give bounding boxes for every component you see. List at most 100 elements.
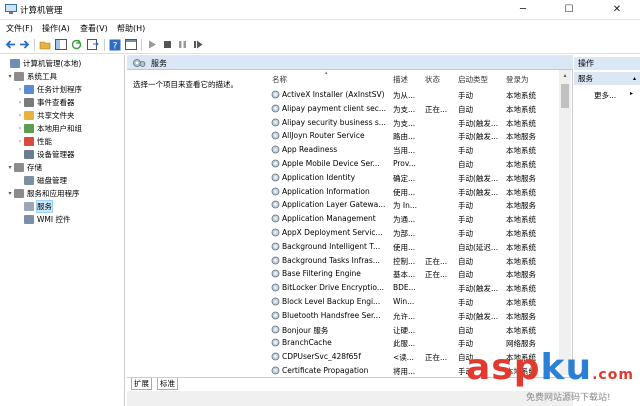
column-header-log-on-as[interactable]: 登录为 <box>506 74 529 88</box>
help-icon[interactable]: ? <box>108 38 121 51</box>
submenu-arrow-icon: ▸ <box>630 90 634 97</box>
table-row[interactable]: App Readiness 当用... 手动 本地系统 <box>269 143 573 157</box>
expand-icon[interactable]: › <box>16 86 24 93</box>
table-row[interactable]: Alipay payment client sec... 为支... 正在... 自动… <box>269 102 573 116</box>
service-description-cell: 为从... <box>393 91 416 100</box>
menu-help[interactable]: 帮助(H) <box>117 23 145 34</box>
service-description-cell: Prov... <box>393 159 416 168</box>
service-name: Bonjour 服务 <box>282 325 329 335</box>
service-log-on-as: 本地服务 <box>506 311 536 321</box>
maximize-button[interactable]: ☐ <box>546 0 592 20</box>
tree-item-local-users[interactable]: › 本地用户和组 <box>16 122 82 135</box>
service-gear-icon <box>271 104 280 113</box>
service-gear-icon <box>271 352 280 361</box>
collapse-icon[interactable]: ▾ <box>6 164 14 171</box>
tree-item-wmi-control[interactable]: WMI 控件 <box>16 213 70 226</box>
table-row[interactable]: AllJoyn Router Service 路由... 手动(触发... 本地服务 <box>269 129 573 143</box>
properties-icon[interactable] <box>124 38 137 51</box>
scroll-up-icon[interactable]: ▴ <box>559 72 571 79</box>
export-list-icon[interactable] <box>86 38 99 51</box>
table-row[interactable]: Background Tasks Infras... 控制... 正在... 自动 本地… <box>269 254 573 268</box>
service-description-cell: 为支... <box>393 118 416 128</box>
service-gear-icon <box>271 256 280 264</box>
column-header-description[interactable]: 描述 <box>393 74 408 88</box>
tree-item-label: 磁盘管理 <box>37 176 67 185</box>
actions-services-group[interactable]: 服务 ▴ <box>574 72 640 85</box>
table-row[interactable]: Application Information 使用... 手动(触发... 本地系统 <box>269 185 573 199</box>
tree-item-services-and-apps[interactable]: ▾ 服务和应用程序 <box>6 187 80 200</box>
tree-item-system-tools[interactable]: ▾ 系统工具 <box>6 70 57 83</box>
menu-file[interactable]: 文件(F) <box>6 23 33 34</box>
shared-folder-icon <box>24 111 34 120</box>
tree-item-label: 服务和应用程序 <box>27 189 80 198</box>
table-row[interactable]: Block Level Backup Engi... Win... 手动 本地系统 <box>269 295 573 309</box>
back-icon[interactable] <box>4 38 17 51</box>
column-header-name[interactable]: 名称 <box>272 74 287 88</box>
vertical-scrollbar[interactable]: ▴ <box>559 70 571 375</box>
close-button[interactable]: ✕ <box>594 0 640 20</box>
stop-service-icon[interactable] <box>161 38 174 51</box>
start-service-icon[interactable] <box>146 38 159 51</box>
tab-extended[interactable]: 扩展 <box>131 378 152 390</box>
table-row[interactable]: Base Filtering Engine 基本... 正在... 自动 本地服务 <box>269 267 573 281</box>
refresh-icon[interactable] <box>70 38 83 51</box>
table-row[interactable]: ActiveX Installer (AxInstSV) 为从... 手动 本地系统 <box>269 88 573 102</box>
minimize-button[interactable]: ─ <box>500 0 546 20</box>
service-description-cell: 为通... <box>393 215 416 225</box>
tree-item-event-viewer[interactable]: › 事件查看器 <box>16 96 75 109</box>
service-startup-type: 手动(触发... <box>458 284 499 294</box>
services-header: 服务 <box>127 55 573 70</box>
service-gear-icon <box>271 118 280 126</box>
services-list: ▴ 名称 描述 状态 启动类型 登录为 ActiveX Installer (A… <box>269 70 573 390</box>
service-gear-icon <box>271 187 280 195</box>
more-actions-link[interactable]: 更多... <box>594 90 616 101</box>
tree-item-computer-management[interactable]: 计算机管理(本地) <box>2 57 81 70</box>
collapse-icon[interactable]: ▾ <box>6 73 14 80</box>
collapse-up-icon[interactable]: ▴ <box>633 72 636 85</box>
table-row[interactable]: Alipay security business s... 为支... 手动(触发.… <box>269 116 573 130</box>
table-row[interactable]: Apple Mobile Device Ser... Prov... 自动 本地系统 <box>269 157 573 171</box>
table-row[interactable]: Bluetooth Handsfree Ser... 允许... 手动(触发... 本… <box>269 309 573 323</box>
menu-action[interactable]: 操作(A) <box>42 23 70 34</box>
service-name: BranchCache <box>282 338 332 348</box>
table-row[interactable]: Application Management 为通... 手动 本地系统 <box>269 212 573 226</box>
tree-item-performance[interactable]: › 性能 <box>16 135 52 148</box>
scrollbar-thumb[interactable] <box>561 84 569 108</box>
service-log-on-as: 本地系统 <box>506 242 536 252</box>
tree-item-task-scheduler[interactable]: › 任务计划程序 <box>16 83 82 96</box>
up-folder-icon[interactable] <box>38 38 51 51</box>
tab-standard[interactable]: 标准 <box>157 378 178 390</box>
pause-service-icon[interactable] <box>176 38 189 51</box>
service-log-on-as: 本地服务 <box>506 201 536 211</box>
expand-icon[interactable]: › <box>16 138 24 145</box>
expand-icon[interactable]: › <box>16 99 24 106</box>
restart-service-icon[interactable] <box>191 38 204 51</box>
column-header-startup-type[interactable]: 启动类型 <box>458 74 488 88</box>
tree-item-label: WMI 控件 <box>37 215 71 224</box>
service-log-on-as: 本地系统 <box>506 91 536 100</box>
column-header-status[interactable]: 状态 <box>425 74 440 88</box>
tree-item-label: 服务 <box>36 200 53 213</box>
service-startup-type: 手动 <box>458 91 473 100</box>
service-gear-icon <box>271 297 280 306</box>
service-description-cell: 此服... <box>393 339 416 349</box>
tree-item-shared-folders[interactable]: › 共享文件夹 <box>16 109 75 122</box>
expand-icon[interactable]: › <box>16 125 24 132</box>
table-row[interactable]: AppX Deployment Servic... 为部... 手动 本地系统 <box>269 226 573 240</box>
service-startup-type: 手动(触发... <box>458 132 499 142</box>
table-row[interactable]: BitLocker Drive Encryptio... BDE... 手动(触发.… <box>269 281 573 295</box>
expand-icon[interactable]: › <box>16 112 24 119</box>
table-row[interactable]: Application Identity 确定... 手动(触发... 本地服务 <box>269 171 573 185</box>
service-startup-type: 自动 <box>458 270 473 280</box>
table-row[interactable]: Application Layer Gatewa... 为 In... 手动 本地服务 <box>269 198 573 212</box>
menu-view[interactable]: 查看(V) <box>80 23 108 34</box>
show-hide-tree-icon[interactable] <box>54 38 67 51</box>
forward-icon[interactable] <box>18 38 31 51</box>
tree-item-disk-management[interactable]: 磁盘管理 <box>16 174 67 187</box>
tree-item-services[interactable]: 服务 <box>16 200 53 213</box>
tree-item-device-manager[interactable]: 设备管理器 <box>16 148 75 161</box>
collapse-icon[interactable]: ▾ <box>6 190 14 197</box>
table-row[interactable]: Background Intelligent T... 使用... 自动(延迟...… <box>269 240 573 254</box>
tree-item-storage[interactable]: ▾ 存储 <box>6 161 42 174</box>
table-row[interactable]: Bonjour 服务 让硬... 自动 本地系统 <box>269 323 573 337</box>
